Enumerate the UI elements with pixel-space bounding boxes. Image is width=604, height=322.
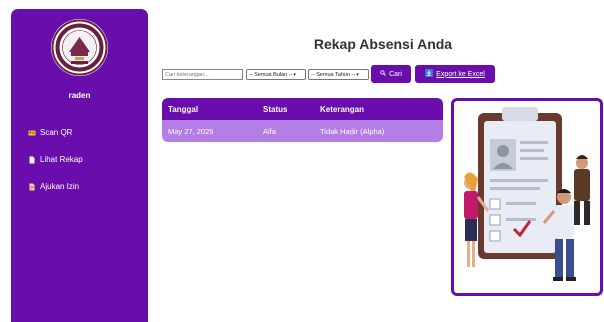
document-icon [28, 183, 36, 191]
year-select[interactable]: -- Semua Tahun -- ▾ [308, 69, 369, 80]
cell-status: Alfa [263, 126, 276, 136]
school-logo [51, 19, 108, 76]
export-excel-button[interactable]: Export ke Excel [415, 65, 495, 83]
sidebar-item-ajukan-izin[interactable]: Ajukan Izin [28, 182, 79, 191]
month-select[interactable]: -- Semua Bulan -- ▾ [246, 69, 306, 80]
download-icon [425, 69, 434, 79]
sidebar-item-label: Ajukan Izin [40, 182, 80, 191]
sidebar-item-lihat-rekap[interactable]: Lihat Rekap [28, 155, 83, 164]
table-row: May 27, 2025 Alfa Tidak Hadir (Alpha) [162, 120, 443, 142]
sidebar-item-label: Scan QR [40, 128, 73, 137]
month-select-value: -- Semua Bulan -- [249, 71, 293, 78]
page-title: Rekap Absensi Anda [313, 36, 453, 52]
sidebar-item-label: Lihat Rekap [40, 155, 83, 164]
cell-keterangan: Tidak Hadir (Alpha) [320, 126, 385, 136]
column-header-keterangan: Keterangan [320, 104, 365, 114]
search-button[interactable]: Cari [371, 65, 411, 83]
id-card-icon [28, 129, 36, 137]
table-header: Tanggal Status Keterangan [162, 98, 443, 120]
search-input[interactable]: Cari keterangan... [162, 69, 243, 80]
export-button-label: Export ke Excel [436, 70, 485, 78]
year-select-value: -- Semua Tahun -- [311, 71, 356, 78]
chevron-down-icon: ▾ [293, 71, 296, 78]
sidebar-username: raden [68, 91, 91, 100]
cell-tanggal: May 27, 2025 [168, 126, 214, 136]
search-icon [380, 70, 386, 78]
sidebar: raden Scan QR Lihat Rekap Ajukan Izin [11, 9, 148, 322]
search-input-placeholder: Cari keterangan... [165, 71, 209, 78]
sidebar-item-scan-qr[interactable]: Scan QR [28, 128, 72, 137]
chevron-down-icon: ▾ [356, 71, 359, 78]
column-header-status: Status [263, 104, 288, 114]
search-button-label: Cari [389, 70, 402, 78]
profile-clipboard-illustration [464, 107, 590, 281]
illustration-panel [451, 98, 603, 296]
attendance-table: Tanggal Status Keterangan May 27, 2025 A… [162, 98, 443, 142]
document-icon [28, 156, 36, 164]
column-header-tanggal: Tanggal [168, 104, 199, 114]
